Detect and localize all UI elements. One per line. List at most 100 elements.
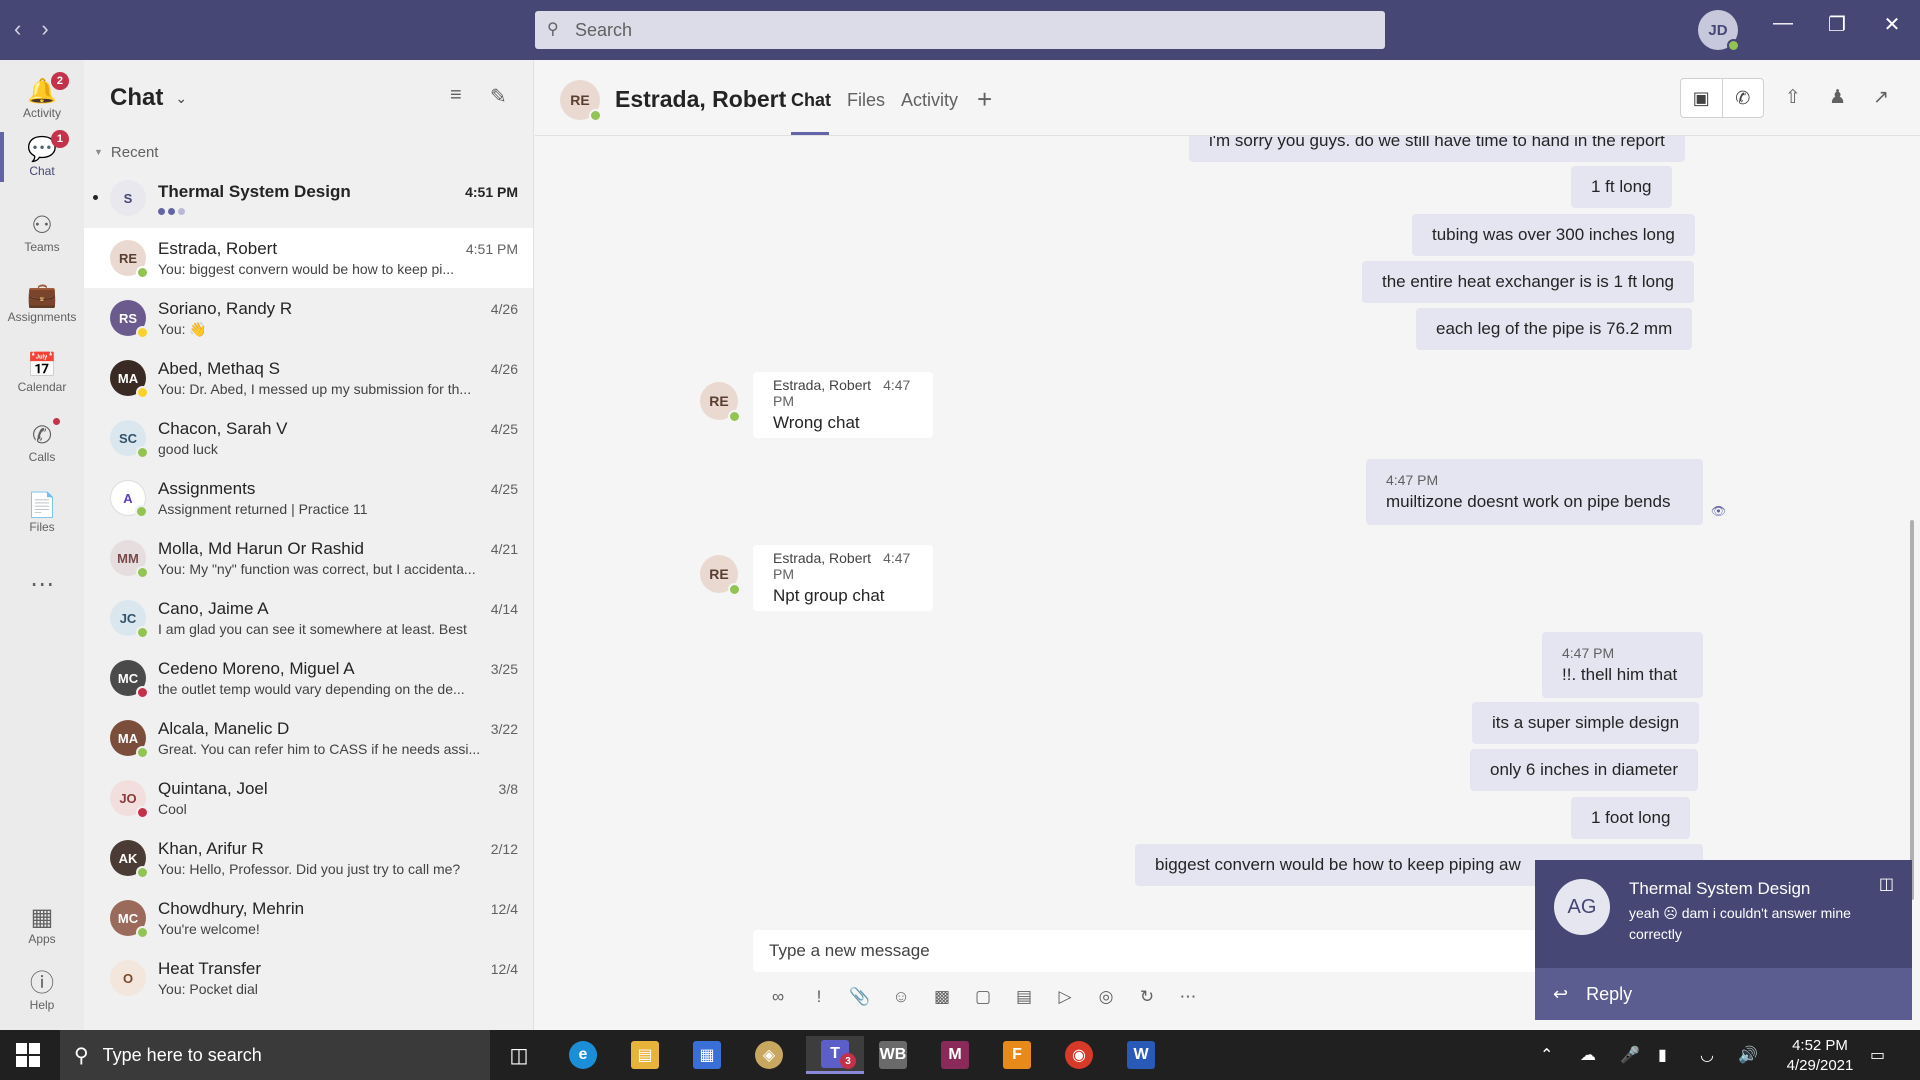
loop-icon[interactable]: ↻ (1134, 984, 1160, 1010)
tab-chat[interactable]: Chat (791, 90, 831, 111)
my-message[interactable]: 4:47 PM !!. thell him that (1542, 632, 1703, 698)
wifi-icon[interactable]: ◡ (1700, 1045, 1714, 1065)
word-icon[interactable]: W (1116, 1036, 1166, 1074)
received-message[interactable]: Estrada, Robert 4:47 PM Wrong chat (753, 372, 933, 438)
rail-teams[interactable]: ⚇ Teams (0, 200, 84, 266)
chat-time: 3/25 (490, 661, 518, 677)
reply-button[interactable]: ↩ Reply (1535, 968, 1912, 1020)
chat-list-item[interactable]: MC Cedeno Moreno, Miguel A 3/25 the outle… (84, 648, 533, 708)
more-apps-button[interactable]: ⋯ (0, 552, 84, 618)
user-avatar[interactable]: JD (1698, 10, 1740, 52)
add-tab-icon[interactable]: + (977, 84, 992, 115)
paint-icon[interactable]: ◈ (744, 1036, 794, 1074)
my-message[interactable]: 1 ft long (1571, 166, 1672, 208)
chat-list-item[interactable]: S Thermal System Design 4:51 PM (84, 168, 533, 228)
title-bar: ‹ › ⚲ JD — ❐ ✕ (0, 0, 1920, 60)
share-screen-icon[interactable]: ⇧ (1785, 86, 1801, 109)
rail-calendar[interactable]: 📅 Calendar (0, 340, 84, 406)
chat-list-item[interactable]: JC Cano, Jaime A 4/14 I am glad you can s… (84, 588, 533, 648)
my-message[interactable]: tubing was over 300 inches long (1412, 214, 1695, 256)
volume-icon[interactable]: 🔊 (1738, 1045, 1758, 1065)
tab-activity[interactable]: Activity (901, 90, 958, 111)
search-input[interactable] (575, 19, 1355, 41)
tab-files[interactable]: Files (847, 90, 885, 111)
format-icon[interactable]: ∞ (765, 984, 791, 1010)
meet-now-icon[interactable]: ▤ (1011, 984, 1037, 1010)
chat-list-item[interactable]: SC Chacon, Sarah V 4/25 good luck (84, 408, 533, 468)
chat-list-item[interactable]: MA Alcala, Manelic D 3/22 Great. You can … (84, 708, 533, 768)
windows-start-icon[interactable] (16, 1043, 40, 1067)
task-view-icon[interactable]: ◫ (494, 1036, 544, 1074)
rail-activity[interactable]: 🔔 2 Activity (0, 66, 84, 132)
chat-list-item[interactable]: O Heat Transfer 12/4 You: Pocket dial (84, 948, 533, 1008)
chrome-icon[interactable]: ◉ (1054, 1036, 1104, 1074)
taskbar-search[interactable]: ⚲ Type here to search (60, 1030, 490, 1080)
battery-icon[interactable]: ▮ (1658, 1045, 1667, 1065)
my-message[interactable]: 1 foot long (1571, 797, 1691, 839)
my-message[interactable]: i'm sorry you guys. do we still have tim… (1189, 136, 1685, 162)
chat-list-item[interactable]: RE Estrada, Robert 4:51 PM You: biggest c… (84, 228, 533, 288)
notification-center-icon[interactable]: ▭ (1870, 1045, 1885, 1065)
chat-list-item[interactable]: MM Molla, Md Harun Or Rashid 4/21 You: My… (84, 528, 533, 588)
new-chat-icon[interactable]: ✎ (490, 84, 507, 109)
recent-section-header[interactable]: ▼ Recent (84, 136, 533, 168)
pop-out-icon[interactable]: ↗ (1873, 86, 1889, 109)
matlab-icon[interactable]: M (930, 1036, 980, 1074)
avatar-initials: RE (570, 92, 590, 108)
chat-list-item[interactable]: MA Abed, Methaq S 4/26 You: Dr. Abed, I m… (84, 348, 533, 408)
more-options-icon[interactable]: ⋯ (1175, 984, 1201, 1010)
chat-list-item[interactable]: RS Soriano, Randy R 4/26 You: 👋 (84, 288, 533, 348)
chat-bubble-icon[interactable]: ◫ (1879, 874, 1894, 894)
chat-list-item[interactable]: MC Chowdhury, Mehrin 12/4 You're welcome! (84, 888, 533, 948)
search-box[interactable]: ⚲ (535, 11, 1385, 49)
rail-assignments[interactable]: 💼 Assignments (0, 270, 84, 336)
add-people-icon[interactable]: ♟ (1829, 86, 1846, 109)
sender-avatar[interactable]: RE (700, 382, 741, 423)
chat-list-item[interactable]: AK Khan, Arifur R 2/12 You: Hello, Profes… (84, 828, 533, 888)
filter-icon[interactable]: ≡ (450, 84, 462, 107)
close-icon[interactable]: ✕ (1872, 12, 1912, 37)
rail-help[interactable]: ⓘ Help (0, 958, 84, 1024)
forward-arrow-icon[interactable]: › (41, 16, 48, 42)
chat-list-item[interactable]: A Assignments 4/25 Assignment returned | … (84, 468, 533, 528)
my-message[interactable]: each leg of the pipe is 76.2 mm (1416, 308, 1693, 350)
important-icon[interactable]: ! (806, 984, 832, 1010)
message-scrollbar[interactable] (1910, 520, 1914, 900)
my-message[interactable]: only 6 inches in diameter (1470, 749, 1699, 791)
show-hidden-icons-icon[interactable]: ⌃ (1540, 1045, 1553, 1065)
restore-icon[interactable]: ❐ (1817, 12, 1857, 37)
chat-notification-toast[interactable]: AG Thermal System Design yeah ☹ dam i co… (1535, 860, 1912, 1020)
sticker-icon[interactable]: ▢ (970, 984, 996, 1010)
my-message[interactable]: the entire heat exchanger is is 1 ft lon… (1362, 261, 1695, 303)
received-message[interactable]: Estrada, Robert 4:47 PM Npt group chat (753, 545, 933, 611)
workbench-icon[interactable]: WB (868, 1036, 918, 1074)
emoji-icon[interactable]: ☺ (888, 984, 914, 1010)
sender-avatar[interactable]: RE (700, 555, 741, 596)
contact-avatar[interactable]: RE (560, 80, 602, 122)
praise-icon[interactable]: ◎ (1093, 984, 1119, 1010)
rail-calls[interactable]: ✆ Calls (0, 410, 84, 476)
fluent-icon[interactable]: F (992, 1036, 1042, 1074)
onedrive-icon[interactable]: ☁ (1580, 1045, 1596, 1065)
attach-icon[interactable]: 📎 (847, 984, 873, 1010)
my-message[interactable]: its a super simple design (1472, 702, 1700, 744)
my-message[interactable]: 4:47 PM muiltizone doesnt work on pipe b… (1366, 459, 1703, 525)
chevron-down-icon[interactable]: ⌄ (175, 90, 187, 107)
rail-apps[interactable]: ▦ Apps (0, 892, 84, 958)
minimize-icon[interactable]: — (1763, 12, 1803, 35)
rail-files[interactable]: 📄 Files (0, 480, 84, 546)
taskbar-clock[interactable]: 4:52 PM 4/29/2021 (1770, 1036, 1870, 1076)
back-arrow-icon[interactable]: ‹ (14, 16, 21, 42)
microphone-icon[interactable]: 🎤 (1620, 1045, 1640, 1065)
audio-call-icon[interactable]: ✆ (1723, 79, 1764, 117)
video-call-icon[interactable]: ▣ (1681, 79, 1723, 117)
chat-title[interactable]: Chat (110, 84, 163, 112)
stream-icon[interactable]: ▷ (1052, 984, 1078, 1010)
file-explorer-icon[interactable]: ▤ (620, 1036, 670, 1074)
teams-taskbar-icon[interactable]: T3 (806, 1036, 864, 1074)
gif-icon[interactable]: ▩ (929, 984, 955, 1010)
rail-chat[interactable]: 💬 1 Chat (0, 124, 84, 190)
chat-list-item[interactable]: JO Quintana, Joel 3/8 Cool (84, 768, 533, 828)
edge-icon[interactable]: e (558, 1036, 608, 1074)
store-icon[interactable]: ▦ (682, 1036, 732, 1074)
